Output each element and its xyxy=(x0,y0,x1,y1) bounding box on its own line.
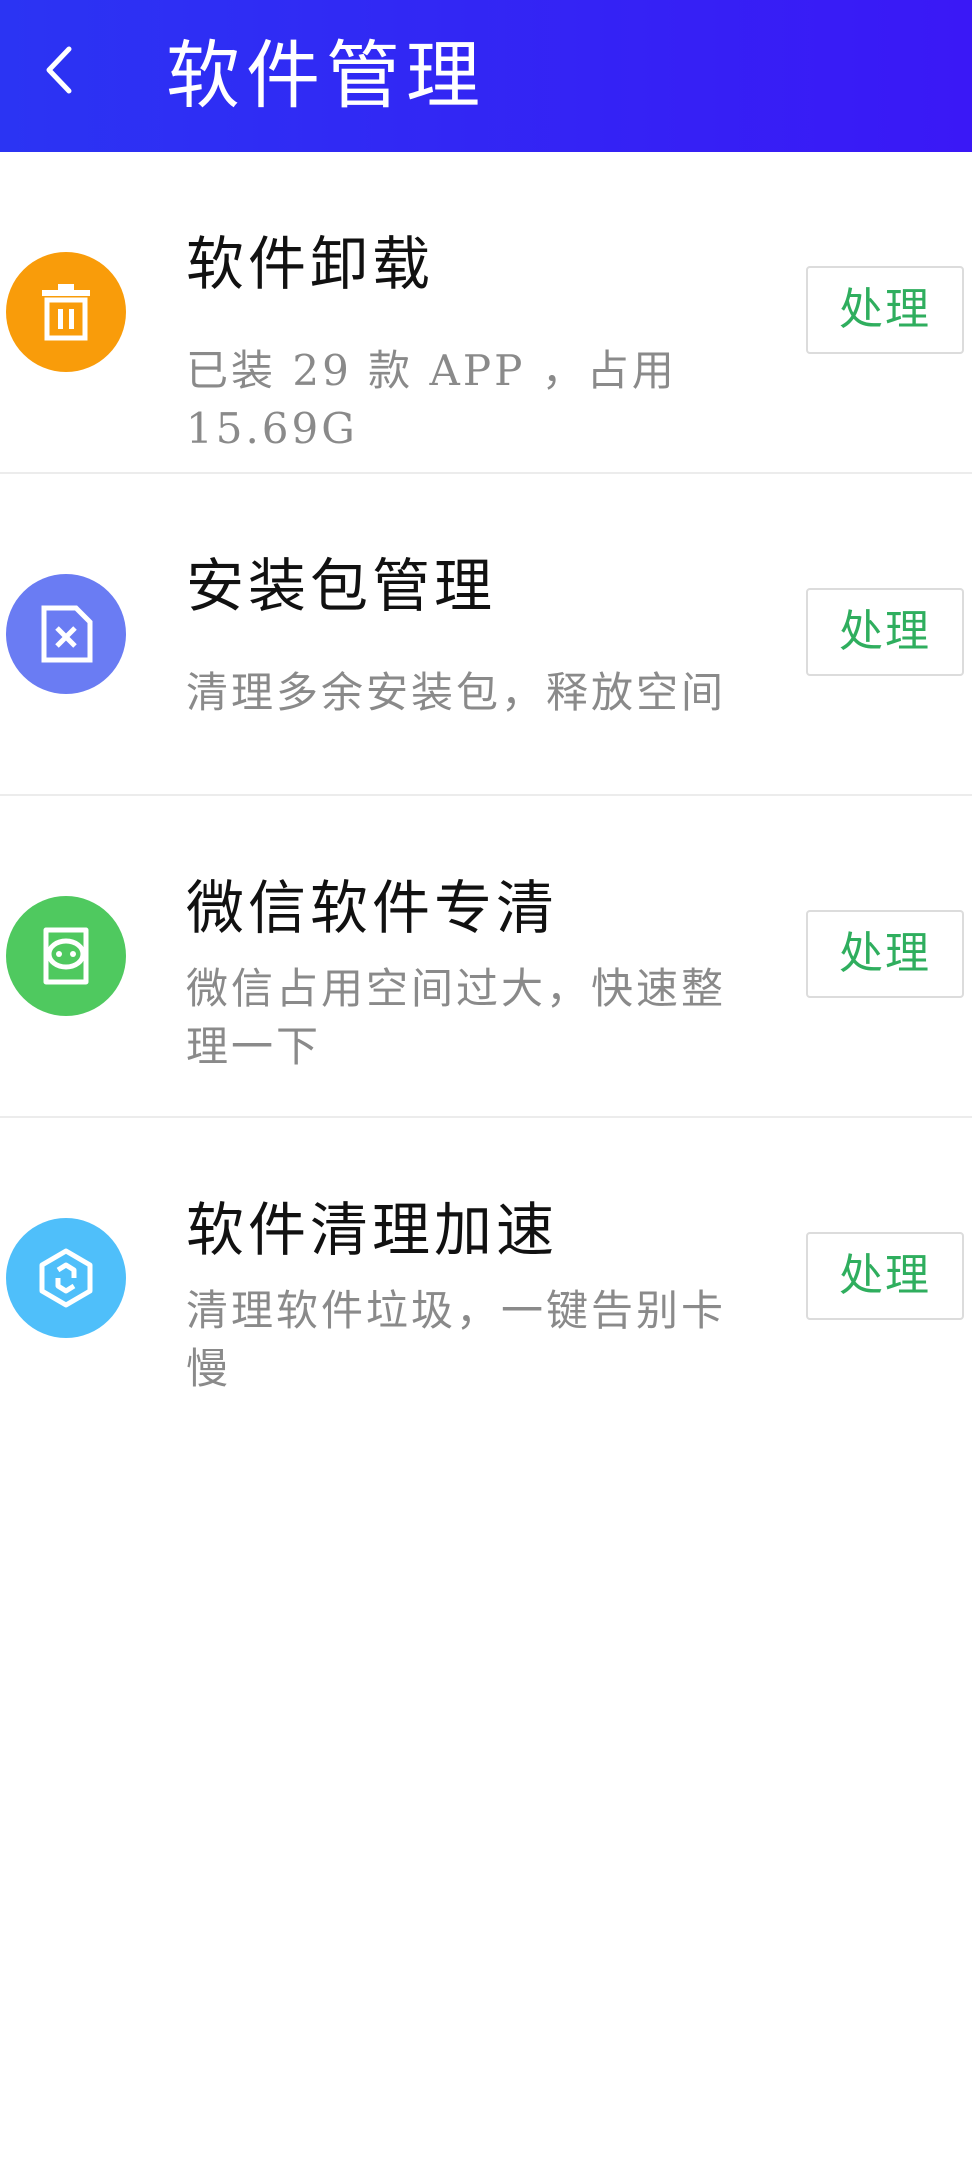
item-description: 清理多余安装包，释放空间 xyxy=(186,668,727,717)
back-button[interactable] xyxy=(30,40,86,100)
package-icon xyxy=(41,605,93,663)
list-item-wechat: 微信软件专清 微信占用空间过大，快速整理一下 处理 xyxy=(0,796,972,1118)
trash-icon-badge xyxy=(6,252,126,372)
process-button[interactable]: 处理 xyxy=(806,910,964,998)
process-button[interactable]: 处理 xyxy=(806,588,964,676)
hexagon-icon-badge xyxy=(6,1218,126,1338)
item-description: 清理软件垃圾，一键告别卡慢 xyxy=(186,1286,727,1393)
tool-list: 软件卸载 已装 29 款 APP ，占用15.69G 处理 安装包管理 清理多余… xyxy=(0,152,972,1440)
process-button[interactable]: 处理 xyxy=(806,1232,964,1320)
item-title: 软件清理加速 xyxy=(186,1196,559,1264)
page-title: 软件管理 xyxy=(166,33,486,119)
chevron-left-icon xyxy=(46,46,72,94)
item-title: 软件卸载 xyxy=(186,230,435,298)
trash-icon xyxy=(42,284,90,341)
chat-icon xyxy=(43,927,89,985)
list-item-package: 安装包管理 清理多余安装包，释放空间 处理 xyxy=(0,474,972,796)
list-item-speedup: 软件清理加速 清理软件垃圾，一键告别卡慢 处理 xyxy=(0,1118,972,1440)
app-header: 软件管理 xyxy=(0,0,972,152)
item-title: 安装包管理 xyxy=(186,552,497,620)
chat-icon-badge xyxy=(6,896,126,1016)
package-icon-badge xyxy=(6,574,126,694)
item-description: 微信占用空间过大，快速整理一下 xyxy=(186,964,727,1071)
item-description: 已装 29 款 APP ，占用15.69G xyxy=(186,346,677,453)
process-button[interactable]: 处理 xyxy=(806,266,964,354)
list-item-uninstall: 软件卸载 已装 29 款 APP ，占用15.69G 处理 xyxy=(0,152,972,474)
hexagon-icon xyxy=(39,1248,93,1308)
item-title: 微信软件专清 xyxy=(186,874,559,942)
